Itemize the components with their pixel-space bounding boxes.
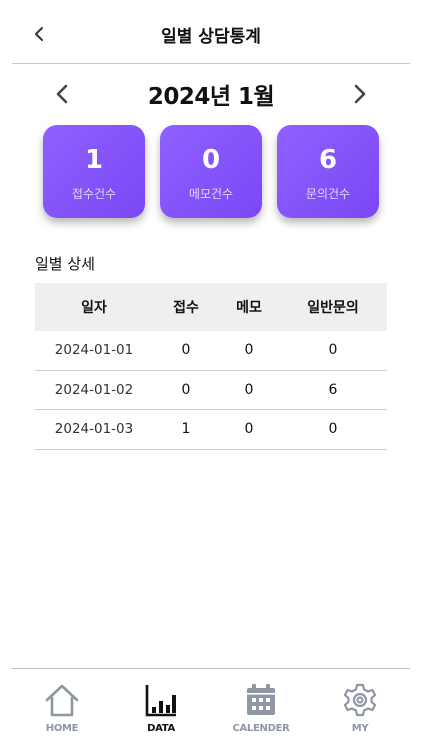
header: 일별 상담통계 [0,0,422,64]
card-value: 6 [318,145,338,175]
calendar-icon [247,684,275,715]
section-title: 일별 상세 [35,255,95,273]
summary-card-memo: 0 메모건수 [160,125,262,218]
card-label: 문의건수 [305,187,351,201]
cell-received: 0 [181,381,191,398]
cell-general-inquiry: 0 [328,342,338,359]
column-header: 접수 [173,300,199,316]
summary-cards: 1 접수건수 0 메모건수 6 문의건수 [43,125,379,219]
cell-date: 2024-01-03 [54,421,134,438]
card-value: 1 [84,145,104,175]
tab-data[interactable]: DATA [111,680,211,742]
table-row: 2024-01-03 1 0 0 [35,410,387,450]
summary-card-inquiry: 6 문의건수 [277,125,379,218]
cell-date: 2024-01-01 [54,342,134,359]
bottom-tab-bar: HOME DATA CALENDER MY [0,680,422,750]
month-navigator: 2024년 1월 [0,74,422,114]
tab-label: CALENDER [232,723,290,734]
chevron-right-icon [354,84,366,104]
card-label: 접수건수 [71,187,117,201]
summary-card-received: 1 접수건수 [43,125,145,218]
cell-date: 2024-01-02 [54,381,134,398]
cell-general-inquiry: 6 [328,381,338,398]
table-row: 2024-01-02 0 0 6 [35,371,387,410]
cell-memo: 0 [244,342,254,359]
tabbar-divider [12,668,410,669]
cell-memo: 0 [244,381,254,398]
bar-chart-icon [145,685,176,717]
tab-home[interactable]: HOME [12,680,112,742]
header-divider [12,63,410,64]
cell-received: 0 [181,342,191,359]
cell-general-inquiry: 0 [328,421,338,438]
home-icon [45,684,79,717]
column-header: 메모 [236,300,262,316]
daily-detail-table: 일자 접수 메모 일반문의 2024-01-01 0 0 0 2024-01-0… [35,283,387,450]
cell-memo: 0 [244,421,254,438]
card-value: 0 [201,145,221,175]
screen: 일별 상담통계 2024년 1월 1 접수건수 0 메모건수 6 문의건수 일별… [0,0,422,750]
column-header: 일반문의 [307,300,359,316]
gear-icon [343,683,377,717]
tab-label: DATA [147,723,175,734]
page-title: 일별 상담통계 [161,27,261,47]
next-month-button[interactable] [348,80,372,108]
tab-label: HOME [45,723,79,734]
table-header: 일자 접수 메모 일반문의 [35,283,387,331]
tab-my[interactable]: MY [310,680,410,742]
column-header: 일자 [81,300,107,316]
tab-label: MY [351,723,369,734]
card-label: 메모건수 [188,187,234,201]
table-row: 2024-01-01 0 0 0 [35,331,387,371]
cell-received: 1 [181,421,191,438]
tab-calendar[interactable]: CALENDER [211,680,311,742]
